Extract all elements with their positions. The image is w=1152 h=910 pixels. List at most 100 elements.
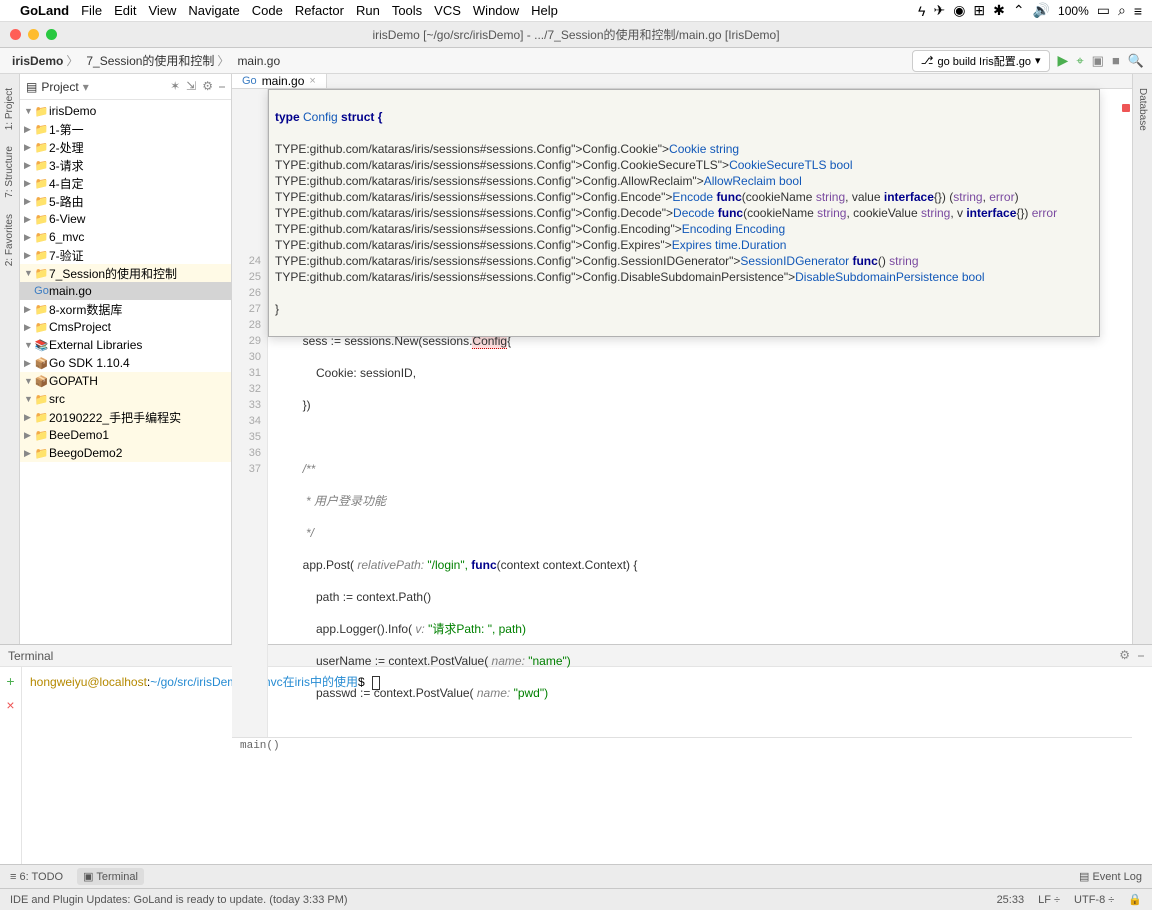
line-separator[interactable]: LF ÷: [1038, 894, 1060, 906]
code-area[interactable]: type Config struct { TYPE:github.com/kat…: [268, 89, 1132, 737]
hammer-icon: ⎇: [921, 54, 934, 67]
tree-item[interactable]: ▶📁CmsProject: [20, 318, 231, 336]
breadcrumb[interactable]: 7_Session的使用和控制: [82, 52, 233, 69]
status-bar: IDE and Plugin Updates: GoLand is ready …: [0, 888, 1152, 910]
doc-popup: type Config struct { TYPE:github.com/kat…: [268, 89, 1100, 337]
rail-favorites[interactable]: 2: Favorites: [4, 214, 15, 266]
tree-item[interactable]: ▶📁2-处理: [20, 138, 231, 156]
debug-button[interactable]: ⌖: [1076, 53, 1083, 69]
editor-breadcrumb[interactable]: main(): [232, 737, 1132, 754]
tree-item[interactable]: ▶📁20190222_手把手编程实: [20, 408, 231, 426]
tree-item[interactable]: ▶📁8-xorm数据库: [20, 300, 231, 318]
breadcrumb[interactable]: irisDemo: [8, 52, 82, 69]
tree-item[interactable]: ▶📁6-View: [20, 210, 231, 228]
tree-item[interactable]: ▼📁src: [20, 390, 231, 408]
battery-icon[interactable]: ▭: [1097, 2, 1110, 19]
tree-item[interactable]: ▶📁6_mvc: [20, 228, 231, 246]
terminal-side-toolbar: + ×: [0, 667, 22, 864]
rail-database[interactable]: Database: [1137, 88, 1148, 131]
menu-view[interactable]: View: [148, 3, 176, 18]
menu-tools[interactable]: Tools: [392, 3, 422, 18]
tree-item[interactable]: ▼📚External Libraries: [20, 336, 231, 354]
todo-button[interactable]: ≡ 6: TODO: [10, 871, 63, 883]
menu-run[interactable]: Run: [356, 3, 380, 18]
tree-item[interactable]: ▶📁7-验证: [20, 246, 231, 264]
project-tree[interactable]: ▼📁irisDemo▶📁1-第一▶📁2-处理▶📁3-请求▶📁4-自定▶📁5-路由…: [20, 100, 231, 644]
gear-icon[interactable]: ⚙: [202, 79, 213, 94]
run-config-select[interactable]: ⎇ go build Iris配置.go ▾: [912, 50, 1050, 72]
breadcrumb[interactable]: main.go: [233, 54, 284, 68]
stop-button[interactable]: ■: [1112, 53, 1120, 68]
editor-tab[interactable]: Go main.go ×: [232, 74, 327, 88]
editor-body[interactable]: 2425262728293031323334353637 type Config…: [232, 89, 1132, 737]
run-button[interactable]: ▶: [1058, 52, 1069, 69]
tree-item[interactable]: ▶📁3-请求: [20, 156, 231, 174]
editor-area: Go main.go × 242526272829303132333435363…: [232, 74, 1132, 644]
hide-icon[interactable]: ⎯: [1138, 648, 1144, 663]
tree-item[interactable]: ▶📁1-第一: [20, 120, 231, 138]
tray-icon[interactable]: ✱: [993, 2, 1005, 19]
tree-item[interactable]: ▶📁BeeDemo1: [20, 426, 231, 444]
collapse-icon[interactable]: ⇲: [186, 79, 196, 94]
tray-icon[interactable]: ⊞: [973, 2, 985, 19]
title-bar: irisDemo [~/go/src/irisDemo] - .../7_Ses…: [0, 22, 1152, 48]
menu-edit[interactable]: Edit: [114, 3, 136, 18]
project-title: Project: [41, 80, 78, 94]
caret-position: 25:33: [997, 894, 1025, 906]
terminal-button[interactable]: ▣ Terminal: [77, 868, 144, 885]
app-name[interactable]: GoLand: [20, 3, 69, 18]
tree-item[interactable]: ▼📁7_Session的使用和控制: [20, 264, 231, 282]
tray-icon[interactable]: ◉: [953, 2, 965, 19]
chevron-down-icon[interactable]: ▾: [83, 80, 89, 94]
hide-icon[interactable]: ⎯: [219, 79, 225, 94]
menu-file[interactable]: File: [81, 3, 102, 18]
search-icon[interactable]: 🔍: [1128, 53, 1144, 69]
macos-tray: ϟ ✈ ◉ ⊞ ✱ ⌃ 🔊 100% ▭ ⌕ ≡: [918, 2, 1142, 19]
rail-project[interactable]: 1: Project: [4, 88, 15, 130]
bottom-tool-bar: ≡ 6: TODO ▣ Terminal ▤ Event Log: [0, 864, 1152, 888]
status-message: IDE and Plugin Updates: GoLand is ready …: [10, 894, 348, 906]
locate-icon[interactable]: ✶: [170, 79, 180, 94]
main-area: 1: Project 7: Structure 2: Favorites ▤ P…: [0, 74, 1152, 644]
lock-icon[interactable]: 🔒: [1128, 893, 1142, 906]
tray-icon[interactable]: ✈: [933, 2, 945, 19]
volume-icon[interactable]: 🔊: [1033, 2, 1050, 19]
minimize-window[interactable]: [28, 29, 39, 40]
rail-structure[interactable]: 7: Structure: [4, 146, 15, 198]
event-log-button[interactable]: ▤ Event Log: [1079, 870, 1142, 883]
new-session-icon[interactable]: +: [6, 673, 14, 689]
tree-item[interactable]: ▼📁irisDemo: [20, 102, 231, 120]
project-header: ▤ Project ▾ ✶ ⇲ ⚙ ⎯: [20, 74, 231, 100]
maximize-window[interactable]: [46, 29, 57, 40]
project-panel: ▤ Project ▾ ✶ ⇲ ⚙ ⎯ ▼📁irisDemo▶📁1-第一▶📁2-…: [20, 74, 232, 644]
wifi-icon[interactable]: ⌃: [1013, 2, 1025, 19]
toolbar-icon[interactable]: ▣: [1092, 53, 1104, 69]
file-encoding[interactable]: UTF-8 ÷: [1074, 894, 1114, 906]
window-title: irisDemo [~/go/src/irisDemo] - .../7_Ses…: [372, 26, 779, 43]
menu-code[interactable]: Code: [252, 3, 283, 18]
left-tool-rail: 1: Project 7: Structure 2: Favorites: [0, 74, 20, 644]
menu-window[interactable]: Window: [473, 3, 519, 18]
gutter: 2425262728293031323334353637: [232, 89, 268, 737]
tree-item[interactable]: ▼📦GOPATH: [20, 372, 231, 390]
menu-help[interactable]: Help: [531, 3, 558, 18]
battery-pct: 100%: [1058, 4, 1089, 18]
tray-icon[interactable]: ⌕: [1118, 2, 1126, 19]
close-session-icon[interactable]: ×: [6, 697, 14, 713]
menu-vcs[interactable]: VCS: [434, 3, 461, 18]
terminal-title: Terminal: [8, 649, 53, 663]
tray-icon[interactable]: ≡: [1134, 3, 1142, 19]
close-tab-icon[interactable]: ×: [309, 75, 315, 87]
project-icon: ▤: [26, 80, 37, 94]
close-window[interactable]: [10, 29, 21, 40]
error-marker[interactable]: [1122, 104, 1130, 112]
tree-item[interactable]: ▶📁BeegoDemo2: [20, 444, 231, 462]
tree-item[interactable]: Gomain.go: [20, 282, 231, 300]
menu-refactor[interactable]: Refactor: [295, 3, 344, 18]
tree-item[interactable]: ▶📁4-自定: [20, 174, 231, 192]
traffic-lights: [0, 29, 57, 40]
tray-icon[interactable]: ϟ: [918, 3, 925, 19]
menu-navigate[interactable]: Navigate: [188, 3, 239, 18]
tree-item[interactable]: ▶📦Go SDK 1.10.4: [20, 354, 231, 372]
tree-item[interactable]: ▶📁5-路由: [20, 192, 231, 210]
